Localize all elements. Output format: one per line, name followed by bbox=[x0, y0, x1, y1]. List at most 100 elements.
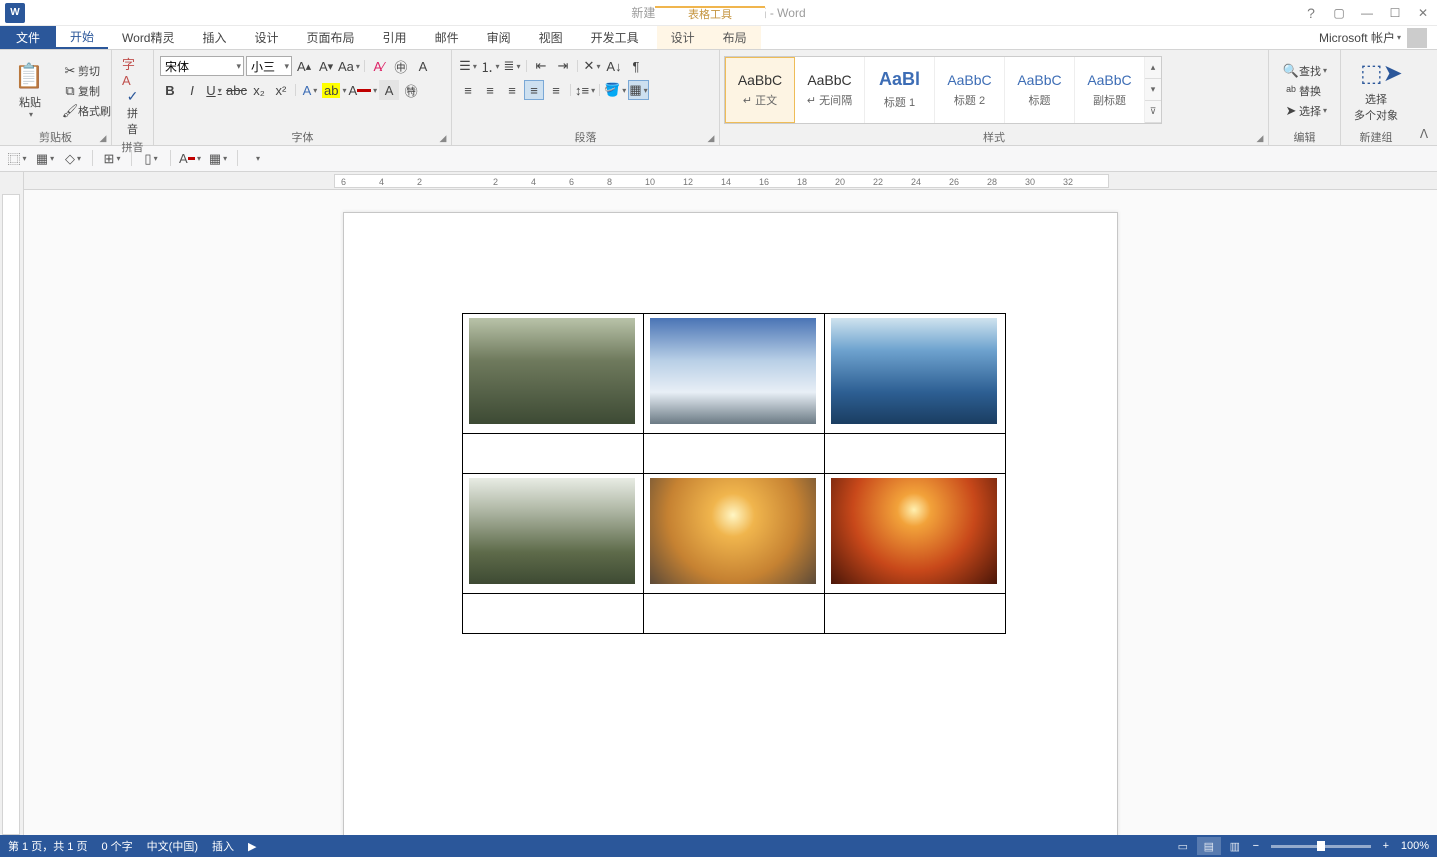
styles-gallery[interactable]: AaBbC↵ 正文AaBbC↵ 无间隔AaBl标题 1AaBbC标题 2AaBb… bbox=[724, 56, 1162, 124]
shading-button[interactable]: 🪣▾ bbox=[604, 80, 626, 100]
word-count[interactable]: 0 个字 bbox=[101, 838, 132, 854]
zoom-level[interactable]: 100% bbox=[1401, 840, 1429, 852]
blank-cell-5[interactable] bbox=[644, 594, 825, 634]
subscript-button[interactable]: x₂ bbox=[249, 80, 269, 100]
language-indicator[interactable]: 中文(中国) bbox=[147, 838, 198, 854]
tab-pagelayout[interactable]: 页面布局 bbox=[293, 26, 369, 49]
tab-file[interactable]: 文件 bbox=[0, 26, 56, 49]
decrease-indent-button[interactable]: ⇤ bbox=[531, 56, 551, 76]
style-item-2[interactable]: AaBl标题 1 bbox=[865, 57, 935, 123]
align-left-button[interactable]: ≡ bbox=[458, 80, 478, 100]
blank-cell-1[interactable] bbox=[463, 434, 644, 474]
tab-design[interactable]: 设计 bbox=[241, 26, 293, 49]
increase-font-button[interactable]: A▴ bbox=[294, 56, 314, 76]
vertical-ruler[interactable] bbox=[0, 172, 24, 835]
web-layout-icon[interactable]: ▥ bbox=[1223, 837, 1247, 855]
page-indicator[interactable]: 第 1 页，共 1 页 bbox=[8, 838, 87, 854]
paste-button[interactable]: 📋 粘贴▾ bbox=[8, 60, 52, 121]
help-icon[interactable]: ? bbox=[1297, 2, 1325, 24]
select-objects-button[interactable]: ⬚➤ 选择 多个对象 bbox=[1348, 57, 1404, 125]
multilevel-button[interactable]: ≣▾ bbox=[502, 56, 522, 76]
change-case-button[interactable]: Aa▾ bbox=[338, 56, 360, 76]
mountain-cliff-gorge-image[interactable] bbox=[469, 318, 635, 424]
mountain-clouds-peak-image[interactable] bbox=[650, 318, 816, 424]
blank-cell-3[interactable] bbox=[825, 434, 1006, 474]
close-icon[interactable]: ✕ bbox=[1409, 2, 1437, 24]
sort-button[interactable]: A↓ bbox=[604, 56, 624, 76]
minimize-icon[interactable]: — bbox=[1353, 2, 1381, 24]
style-gallery-arrow[interactable]: ⊽ bbox=[1145, 101, 1161, 123]
tab-table-layout[interactable]: 布局 bbox=[709, 26, 761, 49]
increase-indent-button[interactable]: ⇥ bbox=[553, 56, 573, 76]
style-gallery-arrow[interactable]: ▴ bbox=[1145, 57, 1161, 79]
font-dialog-launcher[interactable]: ◢ bbox=[437, 132, 449, 144]
font-name-combo[interactable]: 宋体▾ bbox=[160, 56, 244, 76]
superscript-button[interactable]: x² bbox=[271, 80, 291, 100]
qat-group-icon[interactable]: ⿴▾ bbox=[6, 149, 28, 169]
blank-cell-6[interactable] bbox=[825, 594, 1006, 634]
tab-review[interactable]: 审阅 bbox=[473, 26, 525, 49]
copy-button[interactable]: ⧉复制 bbox=[58, 82, 115, 100]
font-color-button[interactable]: A▾ bbox=[348, 80, 377, 100]
enclose-char-button[interactable]: ㊕ bbox=[401, 80, 421, 100]
tab-references[interactable]: 引用 bbox=[369, 26, 421, 49]
numbering-button[interactable]: ⒈▾ bbox=[480, 56, 500, 76]
blank-cell-4[interactable] bbox=[463, 594, 644, 634]
blue-mountain-ridges-image[interactable] bbox=[831, 318, 997, 424]
style-item-0[interactable]: AaBbC↵ 正文 bbox=[725, 57, 795, 123]
underline-button[interactable]: U▾ bbox=[204, 80, 224, 100]
macro-record-icon[interactable]: ▶ bbox=[248, 840, 256, 853]
show-marks-button[interactable]: ¶ bbox=[626, 56, 646, 76]
paragraph-dialog-launcher[interactable]: ◢ bbox=[705, 132, 717, 144]
align-right-button[interactable]: ≡ bbox=[502, 80, 522, 100]
style-item-1[interactable]: AaBbC↵ 无间隔 bbox=[795, 57, 865, 123]
pine-trees-cliff-image[interactable] bbox=[469, 478, 635, 584]
format-painter-button[interactable]: 🖌格式刷 bbox=[58, 102, 115, 120]
blank-cell-2[interactable] bbox=[644, 434, 825, 474]
tab-mail[interactable]: 邮件 bbox=[421, 26, 473, 49]
golden-sunset-peaks-image[interactable] bbox=[650, 478, 816, 584]
account-button[interactable]: Microsoft 帐户 ▾ bbox=[1319, 26, 1437, 49]
horizontal-ruler[interactable]: 6422468101214161820222426283032 bbox=[24, 172, 1437, 190]
decrease-font-button[interactable]: A▾ bbox=[316, 56, 336, 76]
bullets-button[interactable]: ☰▾ bbox=[458, 56, 478, 76]
style-item-5[interactable]: AaBbC副标题 bbox=[1075, 57, 1145, 123]
italic-button[interactable]: I bbox=[182, 80, 202, 100]
text-effects-button[interactable]: A▾ bbox=[300, 80, 320, 100]
insert-mode[interactable]: 插入 bbox=[212, 838, 234, 854]
tab-table-design[interactable]: 设计 bbox=[657, 26, 709, 49]
tab-wordgenie[interactable]: Word精灵 bbox=[108, 26, 188, 49]
char-border-button[interactable]: A bbox=[413, 56, 433, 76]
asian-layout-button[interactable]: ✕▾ bbox=[582, 56, 602, 76]
tab-insert[interactable]: 插入 bbox=[189, 26, 241, 49]
zoom-slider[interactable] bbox=[1271, 845, 1371, 848]
align-center-button[interactable]: ≡ bbox=[480, 80, 500, 100]
find-button[interactable]: 🔍查找▾ bbox=[1279, 62, 1331, 80]
ribbon-display-options-icon[interactable]: ▢ bbox=[1325, 2, 1353, 24]
read-mode-icon[interactable]: ▭ bbox=[1171, 837, 1195, 855]
document-table[interactable] bbox=[462, 313, 1006, 634]
qat-shape-icon[interactable]: ◇▾ bbox=[62, 149, 84, 169]
tab-home[interactable]: 开始 bbox=[56, 26, 108, 49]
align-justify-button[interactable]: ≡ bbox=[524, 80, 544, 100]
pinyin-button[interactable]: 字A ✓ 拼音 bbox=[116, 52, 149, 139]
zoom-out-button[interactable]: − bbox=[1249, 840, 1263, 852]
qat-more-icon[interactable]: ▾ bbox=[246, 149, 268, 169]
font-size-combo[interactable]: 小三▾ bbox=[246, 56, 292, 76]
qat-fontcolor-icon[interactable]: A▾ bbox=[179, 149, 201, 169]
styles-dialog-launcher[interactable]: ◢ bbox=[1254, 132, 1266, 144]
select-button[interactable]: ➤选择▾ bbox=[1279, 102, 1331, 120]
print-layout-icon[interactable]: ▤ bbox=[1197, 837, 1221, 855]
qat-table-icon[interactable]: ▦▾ bbox=[34, 149, 56, 169]
tab-view[interactable]: 视图 bbox=[525, 26, 577, 49]
clipboard-dialog-launcher[interactable]: ◢ bbox=[97, 132, 109, 144]
document-canvas[interactable] bbox=[24, 190, 1437, 835]
tab-devtools[interactable]: 开发工具 bbox=[577, 26, 653, 49]
line-spacing-button[interactable]: ↕≡▾ bbox=[575, 80, 595, 100]
maximize-icon[interactable]: ☐ bbox=[1381, 2, 1409, 24]
style-item-4[interactable]: AaBbC标题 bbox=[1005, 57, 1075, 123]
collapse-ribbon-icon[interactable]: ᐱ bbox=[1420, 127, 1428, 141]
zoom-in-button[interactable]: + bbox=[1379, 840, 1393, 852]
align-distribute-button[interactable]: ≡ bbox=[546, 80, 566, 100]
orange-sunset-silhouette-image[interactable] bbox=[831, 478, 997, 584]
